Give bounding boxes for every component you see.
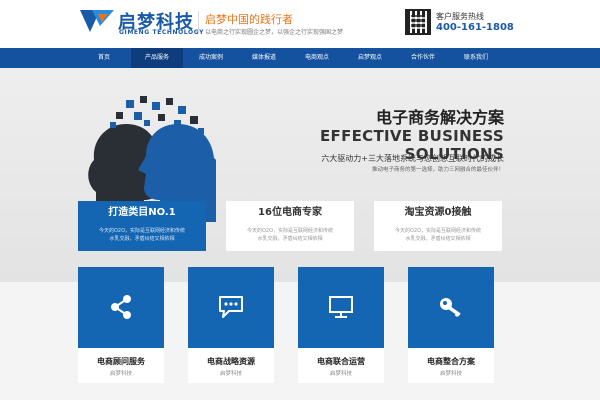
feature-card-taobao[interactable]: 淘宝资源0接触 今天的O2O，实际是互联网经济和传统 水乳交融，矛盾纠结又相依相 <box>374 201 502 251</box>
nav-item-cases[interactable]: 成功案例 <box>185 48 237 68</box>
feature-card-desc-line: 水乳交融，矛盾纠结又相依相 <box>257 236 323 242</box>
feature-card-desc: 今天的O2O，实际是互联网经济和传统 水乳交融，矛盾纠结又相依相 <box>78 225 206 245</box>
feature-card-category[interactable]: 打造类目NO.1 今天的O2O，实际是互联网经济和传统 水乳交融，矛盾纠结又相依… <box>78 201 206 251</box>
nav-item-home[interactable]: 首页 <box>78 48 130 68</box>
service-card-operation[interactable]: 电商联合运营 启梦科技 <box>298 267 384 383</box>
feature-card-desc-line: 今天的O2O，实际是互联网经济和传统 <box>246 228 334 234</box>
feature-card-title: 淘宝资源0接触 <box>404 207 472 218</box>
feature-card-title: 打造类目NO.1 <box>108 207 176 218</box>
nav-item-contact[interactable]: 联系我们 <box>450 48 502 68</box>
feature-card-desc: 今天的O2O，实际是互联网经济和传统 水乳交融，矛盾纠结又相依相 <box>374 225 502 245</box>
feature-card-desc: 今天的O2O，实际是互联网经济和传统 水乳交融，矛盾纠结又相依相 <box>226 225 354 245</box>
hotline-label: 客户服务热线 <box>436 12 484 21</box>
service-card-header <box>188 267 274 348</box>
service-card-solution[interactable]: 电商整合方案 启梦科技 <box>408 267 494 383</box>
site-header: 启梦科技 GIMENG TECHNOLOGY 启梦中国的践行者 以电商之行实现圆… <box>0 0 600 48</box>
main-nav: 首页 产品服务 成功案例 媒体报道 电商观点 启梦观点 合作伙伴 联系我们 <box>0 48 600 68</box>
qr-code-icon <box>405 9 431 35</box>
service-name: 电商整合方案 <box>427 357 475 366</box>
service-sub: 启梦科技 <box>109 371 132 377</box>
service-card-header <box>78 267 164 348</box>
nav-item-media[interactable]: 媒体报道 <box>238 48 290 68</box>
header-slogan: 启梦中国的践行者 <box>205 13 293 26</box>
service-sub: 启梦科技 <box>219 371 242 377</box>
feature-card-experts[interactable]: 16位电商专家 今天的O2O，实际是互联网经济和传统 水乳交融，矛盾纠结又相依相 <box>226 201 354 251</box>
feature-card-desc-line: 今天的O2O，实际是互联网经济和传统 <box>98 228 186 234</box>
monitor-icon <box>329 296 353 318</box>
share-icon <box>111 295 131 319</box>
service-sub: 启梦科技 <box>439 371 462 377</box>
nav-item-partners[interactable]: 合作伙伴 <box>397 48 449 68</box>
service-name: 电商顾问服务 <box>97 357 145 366</box>
header-slogan-sub: 以电商之行实现圆企之梦，以强企之行实现强国之梦 <box>205 29 344 36</box>
service-card-consulting[interactable]: 电商顾问服务 启梦科技 <box>78 267 164 383</box>
banner-tagline: 推动电子商务的第一选择，助力三网融合的最佳伙伴！ <box>371 167 504 173</box>
feature-card-desc-line: 今天的O2O，实际是互联网经济和传统 <box>394 228 482 234</box>
logo-icon[interactable] <box>78 8 116 34</box>
service-sub: 启梦科技 <box>329 371 352 377</box>
nav-item-ecommerce-views[interactable]: 电商观点 <box>291 48 343 68</box>
key-icon <box>440 298 461 317</box>
logo-subtext: GIMENG TECHNOLOGY <box>119 29 205 36</box>
header-divider <box>198 11 199 33</box>
banner-title: 电子商务解决方案 <box>375 108 504 127</box>
feature-card-desc-line: 水乳交融，矛盾纠结又相依相 <box>109 236 175 242</box>
service-card-header <box>298 267 384 348</box>
service-name: 电商联合运营 <box>317 357 365 366</box>
nav-item-products[interactable]: 产品服务 <box>131 48 183 68</box>
nav-item-qimeng-views[interactable]: 启梦观点 <box>344 48 396 68</box>
banner-subtitle: 六大驱动力+三大落地系统与您创想互联时代的成长 <box>321 154 504 163</box>
service-name: 电商战略资源 <box>207 357 255 366</box>
feature-card-title: 16位电商专家 <box>258 207 322 218</box>
hotline-number: 400-161-1808 <box>436 22 514 33</box>
service-card-header <box>408 267 494 348</box>
chat-icon <box>219 296 243 318</box>
feature-card-desc-line: 水乳交融，矛盾纠结又相依相 <box>405 236 471 242</box>
service-card-strategy[interactable]: 电商战略资源 启梦科技 <box>188 267 274 383</box>
